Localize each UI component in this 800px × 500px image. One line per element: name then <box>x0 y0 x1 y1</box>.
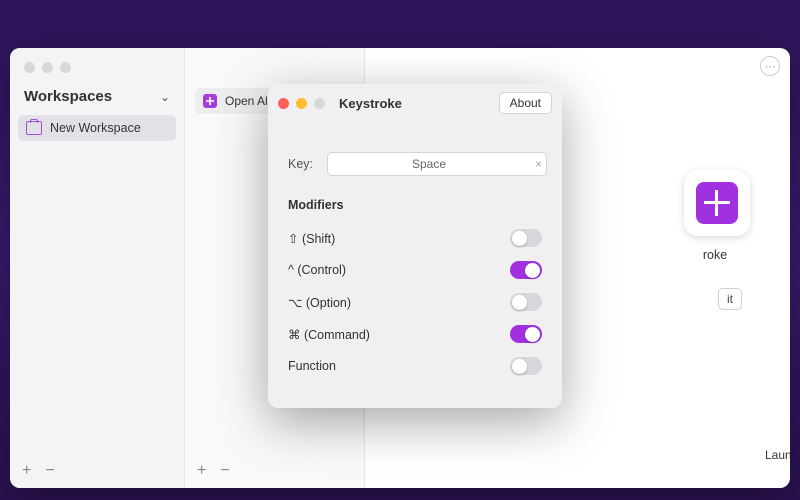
alfred-icon <box>203 94 217 108</box>
modifier-row-command: ⌘ (Command) <box>288 318 542 350</box>
sidebar-header: Workspaces ⌄ <box>10 84 184 115</box>
sidebar-title: Workspaces <box>24 88 112 105</box>
shift-toggle[interactable] <box>510 229 542 247</box>
dialog-traffic-lights[interactable] <box>278 98 325 109</box>
detail-title-fragment: roke <box>670 248 760 262</box>
traffic-zoom-icon[interactable] <box>60 62 71 73</box>
chevron-down-icon[interactable]: ⌄ <box>160 90 170 104</box>
app-icon <box>684 170 750 236</box>
about-button[interactable]: About <box>499 92 552 114</box>
add-workspace-button[interactable]: + <box>22 462 31 480</box>
option-toggle[interactable] <box>510 293 542 311</box>
sidebar: Workspaces ⌄ New Workspace + − <box>10 48 185 488</box>
window-traffic-lights[interactable] <box>24 62 71 73</box>
clear-key-icon[interactable]: × <box>535 157 542 171</box>
traffic-close-icon[interactable] <box>24 62 35 73</box>
modifier-row-shift: ⇧ (Shift) <box>288 222 542 254</box>
key-row: Key: Space × <box>288 152 542 176</box>
sidebar-item-new-workspace[interactable]: New Workspace <box>18 115 176 141</box>
modifier-label: ⌘ (Command) <box>288 327 370 342</box>
dialog-close-icon[interactable] <box>278 98 289 109</box>
dialog-title: Keystroke <box>339 96 402 111</box>
key-input[interactable]: Space <box>327 152 547 176</box>
dialog-body: Key: Space × Modifiers ⇧ (Shift) ^ (Cont… <box>268 122 562 398</box>
modifier-label: Function <box>288 359 336 373</box>
key-label: Key: <box>288 157 313 171</box>
sidebar-footer: + − <box>10 454 184 488</box>
launch-label: Launch <box>765 448 790 462</box>
add-item-button[interactable]: + <box>197 462 206 480</box>
dialog-titlebar: Keystroke About <box>268 84 562 122</box>
launch-bar: Launch on start immediately Hide after l… <box>765 434 776 476</box>
dialog-minimize-icon[interactable] <box>296 98 307 109</box>
remove-workspace-button[interactable]: − <box>45 462 54 480</box>
sidebar-item-label: New Workspace <box>50 121 141 135</box>
edit-button-fragment[interactable]: it <box>718 288 742 310</box>
control-toggle[interactable] <box>510 261 542 279</box>
modifier-row-option: ⌥ (Option) <box>288 286 542 318</box>
remove-item-button[interactable]: − <box>220 462 229 480</box>
workspace-icon <box>26 121 42 135</box>
modifiers-heading: Modifiers <box>288 198 542 212</box>
command-toggle[interactable] <box>510 325 542 343</box>
keystroke-dialog: Keystroke About Key: Space × Modifiers ⇧… <box>268 84 562 408</box>
traffic-minimize-icon[interactable] <box>42 62 53 73</box>
function-toggle[interactable] <box>510 357 542 375</box>
more-menu-icon[interactable]: ⋯ <box>760 56 780 76</box>
modifier-label: ^ (Control) <box>288 263 346 277</box>
modifier-label: ⌥ (Option) <box>288 295 351 310</box>
items-footer: + − <box>185 454 364 488</box>
dialog-zoom-icon[interactable] <box>314 98 325 109</box>
modifier-label: ⇧ (Shift) <box>288 231 335 246</box>
modifier-row-control: ^ (Control) <box>288 254 542 286</box>
modifier-row-function: Function <box>288 350 542 382</box>
